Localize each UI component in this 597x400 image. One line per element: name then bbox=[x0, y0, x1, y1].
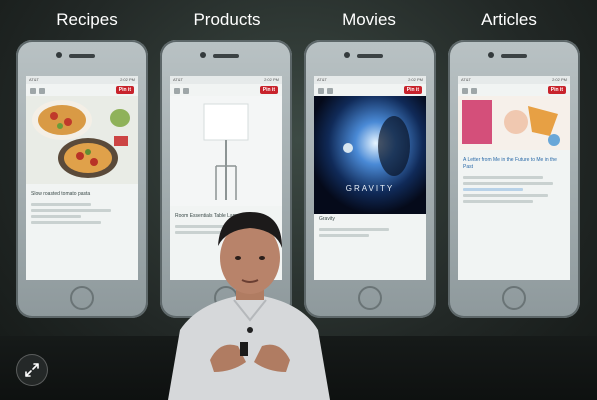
presenter-figure bbox=[168, 212, 330, 400]
expand-button[interactable] bbox=[16, 354, 48, 386]
photo-stage: Recipes Products Movies Articles AT&T 2:… bbox=[0, 0, 597, 400]
expand-arrows-icon bbox=[25, 363, 39, 377]
